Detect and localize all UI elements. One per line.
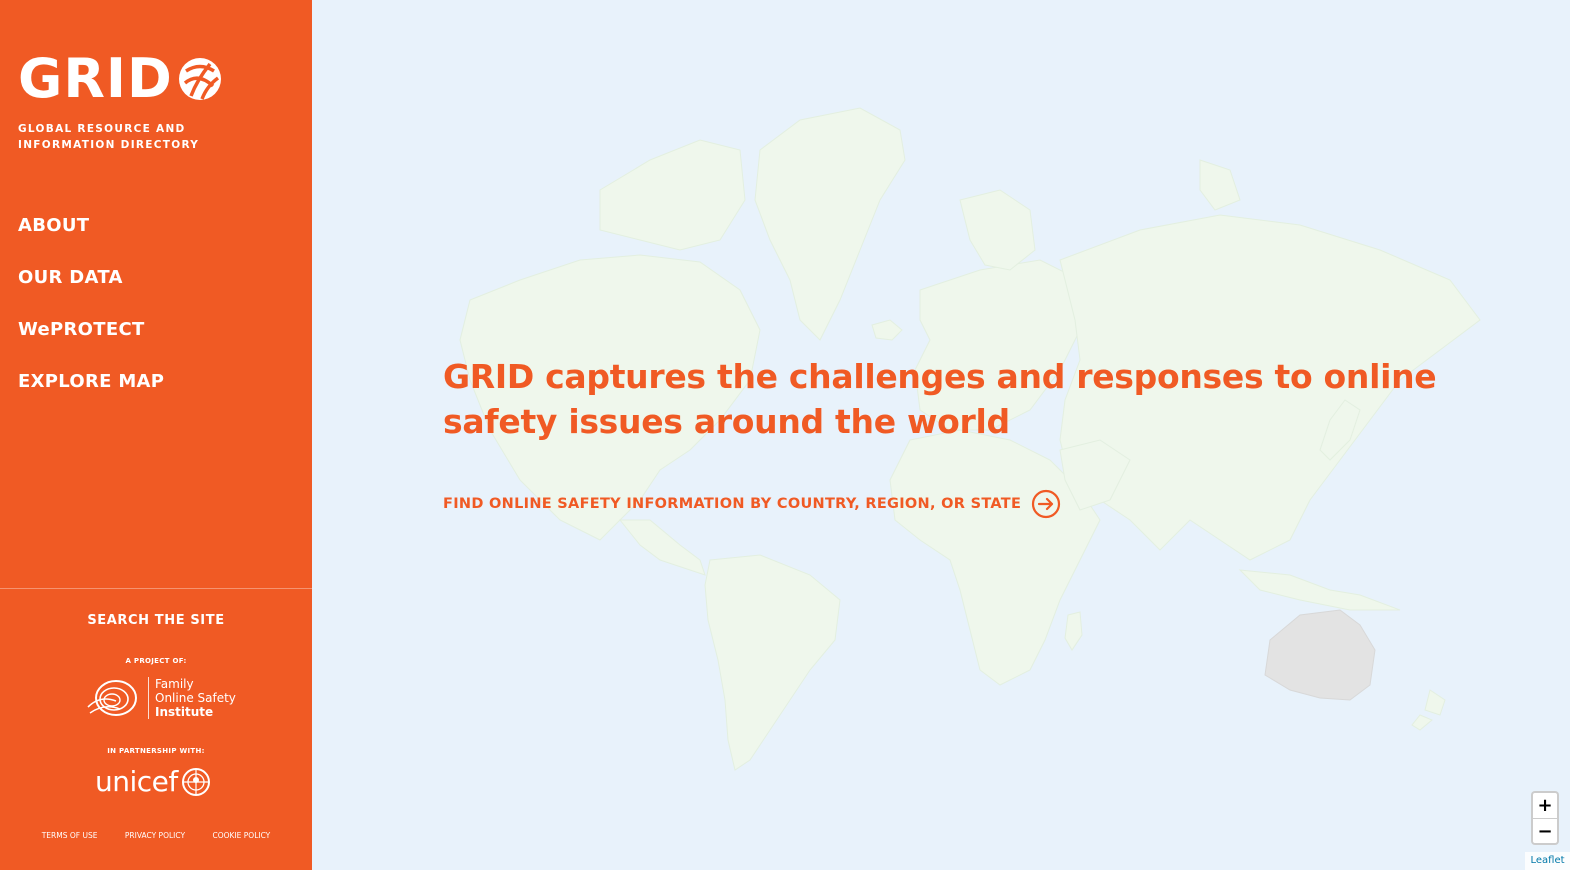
nav-item-about[interactable]: ABOUT: [18, 212, 164, 264]
unicef-emblem-icon: [181, 767, 210, 796]
find-info-cta[interactable]: FIND ONLINE SAFETY INFORMATION BY COUNTR…: [443, 489, 1061, 519]
unicef-wordmark: unicef: [95, 765, 178, 798]
arctic-russia-shape: [1199, 159, 1241, 211]
hero-headline: GRID captures the challenges and respons…: [443, 357, 1437, 441]
fosi-line-2: Online Safety: [155, 691, 236, 705]
project-of-caption: A PROJECT OF:: [125, 657, 187, 665]
unicef-logo[interactable]: unicef: [95, 765, 212, 798]
zoom-in-button[interactable]: +: [1533, 793, 1557, 818]
fosi-name: Family Online Safety Institute: [148, 677, 236, 719]
new-zealand-shape: [1411, 689, 1446, 731]
nav-item-explore-map[interactable]: EXPLORE MAP: [18, 368, 164, 420]
search-site-link[interactable]: SEARCH THE SITE: [0, 613, 312, 628]
scandinavia-shape: [959, 189, 1036, 271]
terms-of-use-link[interactable]: TERMS OF USE: [42, 831, 98, 840]
south-america-shape: [704, 554, 841, 771]
zoom-out-button[interactable]: −: [1533, 818, 1557, 843]
fosi-line-3: Institute: [155, 705, 214, 719]
cta-label: FIND ONLINE SAFETY INFORMATION BY COUNTR…: [443, 496, 1022, 512]
sidebar: GRID GLOBAL RESOURCE AND INFORMATION DIR…: [0, 0, 312, 870]
cookie-policy-link[interactable]: COOKIE POLICY: [212, 831, 270, 840]
iceland-shape: [871, 319, 903, 341]
leaflet-attribution-link[interactable]: Leaflet: [1525, 852, 1570, 870]
privacy-policy-link[interactable]: PRIVACY POLICY: [125, 831, 185, 840]
madagascar-shape: [1064, 611, 1083, 651]
globe-icon: [178, 58, 221, 100]
australia-shape: [1264, 609, 1376, 701]
sidebar-divider: [0, 588, 312, 589]
greenland-shape: [754, 107, 906, 341]
zoom-control: + −: [1531, 791, 1559, 845]
logo-text: GRID: [18, 47, 173, 110]
legal-links: TERMS OF USE PRIVACY POLICY COOKIE POLIC…: [0, 831, 312, 840]
central-america-shape: [618, 519, 706, 576]
fosi-line-1: Family: [155, 677, 194, 691]
indonesia-shape: [1238, 569, 1401, 611]
nav-item-weprotect[interactable]: WePROTECT: [18, 316, 164, 368]
main-nav: ABOUT OUR DATA WePROTECT EXPLORE MAP: [18, 212, 164, 420]
nav-item-our-data[interactable]: OUR DATA: [18, 264, 164, 316]
arrow-right-circle-icon: [1032, 489, 1061, 519]
brand-tagline: GLOBAL RESOURCE AND INFORMATION DIRECTOR…: [18, 123, 200, 151]
partnership-caption: IN PARTNERSHIP WITH:: [107, 747, 205, 755]
fosi-swirl-icon: [87, 680, 137, 716]
fosi-logo[interactable]: Family Online Safety Institute: [86, 677, 236, 719]
arctic-islands-shape: [599, 139, 746, 251]
grid-logo[interactable]: GRID: [18, 52, 223, 106]
